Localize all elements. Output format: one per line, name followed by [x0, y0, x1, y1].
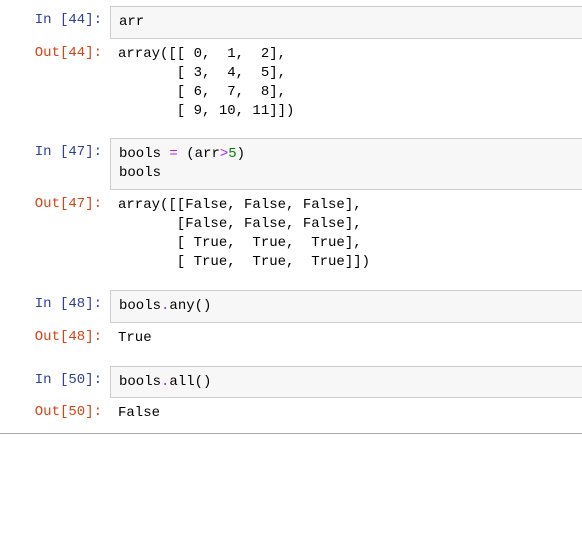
in-prompt: In [50]: [0, 366, 110, 396]
output-row: Out[44]: array([[ 0, 1, 2], [ 3, 4, 5], … [0, 39, 582, 127]
code-output: True [110, 323, 582, 354]
notebook: In [44]: arr Out[44]: array([[ 0, 1, 2],… [0, 0, 582, 434]
input-row: In [50]: bools.all() [0, 366, 582, 399]
output-text: False [118, 404, 574, 423]
code-output: array([[ 0, 1, 2], [ 3, 4, 5], [ 6, 7, 8… [110, 39, 582, 127]
code-input[interactable]: arr [110, 6, 582, 39]
code-text[interactable]: bools.any() [119, 297, 574, 316]
code-input[interactable]: bools.all() [110, 366, 582, 399]
output-row: Out[47]: array([[False, False, False], [… [0, 190, 582, 278]
input-row: In [48]: bools.any() [0, 290, 582, 323]
in-prompt: In [44]: [0, 6, 110, 36]
output-text: array([[ 0, 1, 2], [ 3, 4, 5], [ 6, 7, 8… [118, 45, 574, 121]
out-prompt: Out[50]: [0, 398, 110, 428]
code-output: array([[False, False, False], [False, Fa… [110, 190, 582, 278]
in-prompt: In [48]: [0, 290, 110, 320]
cell: In [50]: bools.all() Out[50]: False [0, 366, 582, 430]
out-prompt: Out[48]: [0, 323, 110, 353]
out-prompt: Out[47]: [0, 190, 110, 220]
cell: In [44]: arr Out[44]: array([[ 0, 1, 2],… [0, 6, 582, 126]
code-output: False [110, 398, 582, 429]
code-text[interactable]: arr [119, 13, 574, 32]
output-row: Out[48]: True [0, 323, 582, 354]
output-text: True [118, 329, 574, 348]
input-row: In [44]: arr [0, 6, 582, 39]
out-prompt: Out[44]: [0, 39, 110, 69]
in-prompt: In [47]: [0, 138, 110, 168]
code-input[interactable]: bools.any() [110, 290, 582, 323]
code-text[interactable]: bools.all() [119, 373, 574, 392]
code-input[interactable]: bools = (arr>5) bools [110, 138, 582, 190]
input-row: In [47]: bools = (arr>5) bools [0, 138, 582, 190]
code-text[interactable]: bools = (arr>5) bools [119, 145, 574, 183]
output-row: Out[50]: False [0, 398, 582, 429]
output-text: array([[False, False, False], [False, Fa… [118, 196, 574, 272]
cell: In [48]: bools.any() Out[48]: True [0, 290, 582, 354]
cell: In [47]: bools = (arr>5) bools Out[47]: … [0, 138, 582, 277]
